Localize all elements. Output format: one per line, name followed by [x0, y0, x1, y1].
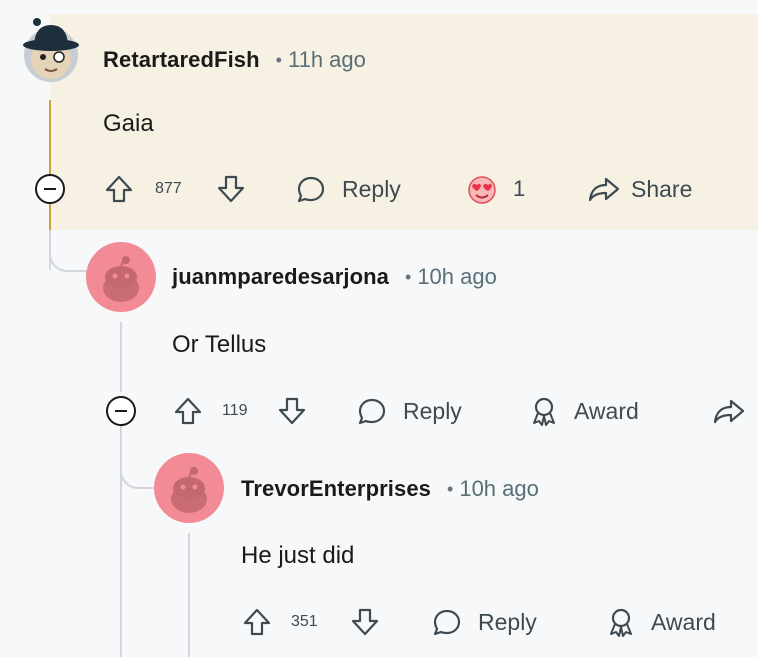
comment-bubble-icon	[297, 176, 325, 203]
comment-author[interactable]: TrevorEnterprises	[241, 476, 431, 502]
collapse-thread-button[interactable]	[35, 174, 65, 204]
award-ribbon-icon	[533, 397, 555, 426]
share-button[interactable]: Share	[587, 169, 692, 209]
award-label: Award	[651, 608, 716, 635]
collapse-thread-button[interactable]	[106, 396, 136, 426]
thread-connector	[49, 230, 87, 272]
vote-count: 119	[222, 402, 248, 419]
minus-icon	[44, 188, 56, 190]
share-arrow-icon	[588, 177, 620, 202]
thread-line	[188, 533, 190, 657]
downvote-button[interactable]	[215, 169, 247, 209]
vote-count: 877	[155, 180, 182, 197]
upvote-button[interactable]	[241, 602, 273, 642]
comment-time[interactable]: 10h ago	[459, 476, 539, 502]
comment-bubble-icon	[433, 609, 461, 636]
downvote-button[interactable]	[276, 391, 308, 431]
award-button[interactable]: 1	[465, 169, 525, 209]
separator-dot: •	[447, 478, 454, 499]
share-button[interactable]	[712, 391, 746, 431]
comment-body: Gaia	[103, 110, 154, 137]
award-ribbon-icon	[610, 608, 632, 637]
avatar[interactable]	[21, 17, 81, 83]
separator-dot: •	[405, 266, 412, 287]
share-arrow-icon	[713, 399, 745, 424]
downvote-button[interactable]	[349, 602, 381, 642]
award-button[interactable]: Award	[528, 391, 639, 431]
comment-author[interactable]: juanmparedesarjona	[172, 264, 389, 290]
downvote-icon	[217, 175, 245, 203]
downvote-icon	[351, 608, 379, 636]
award-button[interactable]: Award	[605, 602, 716, 642]
avatar[interactable]	[154, 453, 224, 523]
comment-body: Or Tellus	[172, 331, 267, 358]
upvote-icon	[243, 608, 271, 636]
reply-button[interactable]: Reply	[356, 391, 462, 431]
share-label: Share	[631, 175, 693, 202]
comment-author[interactable]: RetartaredFish	[103, 47, 260, 73]
separator-dot: •	[275, 49, 282, 70]
award-count: 1	[513, 176, 526, 201]
reply-label: Reply	[478, 608, 537, 635]
upvote-icon	[105, 175, 133, 203]
comment-bubble-icon	[358, 398, 386, 425]
comment-actions: 351 Reply Award	[241, 602, 741, 642]
vote-count: 351	[291, 613, 318, 630]
comment-body: He just did	[241, 542, 355, 569]
minus-icon	[115, 410, 127, 412]
reply-button[interactable]: Reply	[295, 169, 401, 209]
upvote-icon	[174, 397, 202, 425]
comment-actions: 877 Reply 1 Share	[103, 169, 743, 209]
award-label: Award	[574, 397, 639, 424]
thread-line	[120, 322, 122, 392]
comment-time[interactable]: 11h ago	[288, 47, 366, 73]
upvote-button[interactable]	[172, 391, 204, 431]
avatar[interactable]	[86, 242, 156, 312]
downvote-icon	[278, 397, 306, 425]
thread-connector	[120, 425, 158, 489]
comment-actions: 119 Reply Award	[172, 391, 758, 431]
heart-eyes-award-icon	[468, 176, 496, 204]
upvote-button[interactable]	[103, 169, 135, 209]
thread-line	[49, 100, 51, 230]
reply-label: Reply	[403, 397, 462, 424]
comment-time[interactable]: 10h ago	[417, 264, 497, 290]
reply-button[interactable]: Reply	[431, 602, 537, 642]
reply-label: Reply	[342, 175, 401, 202]
